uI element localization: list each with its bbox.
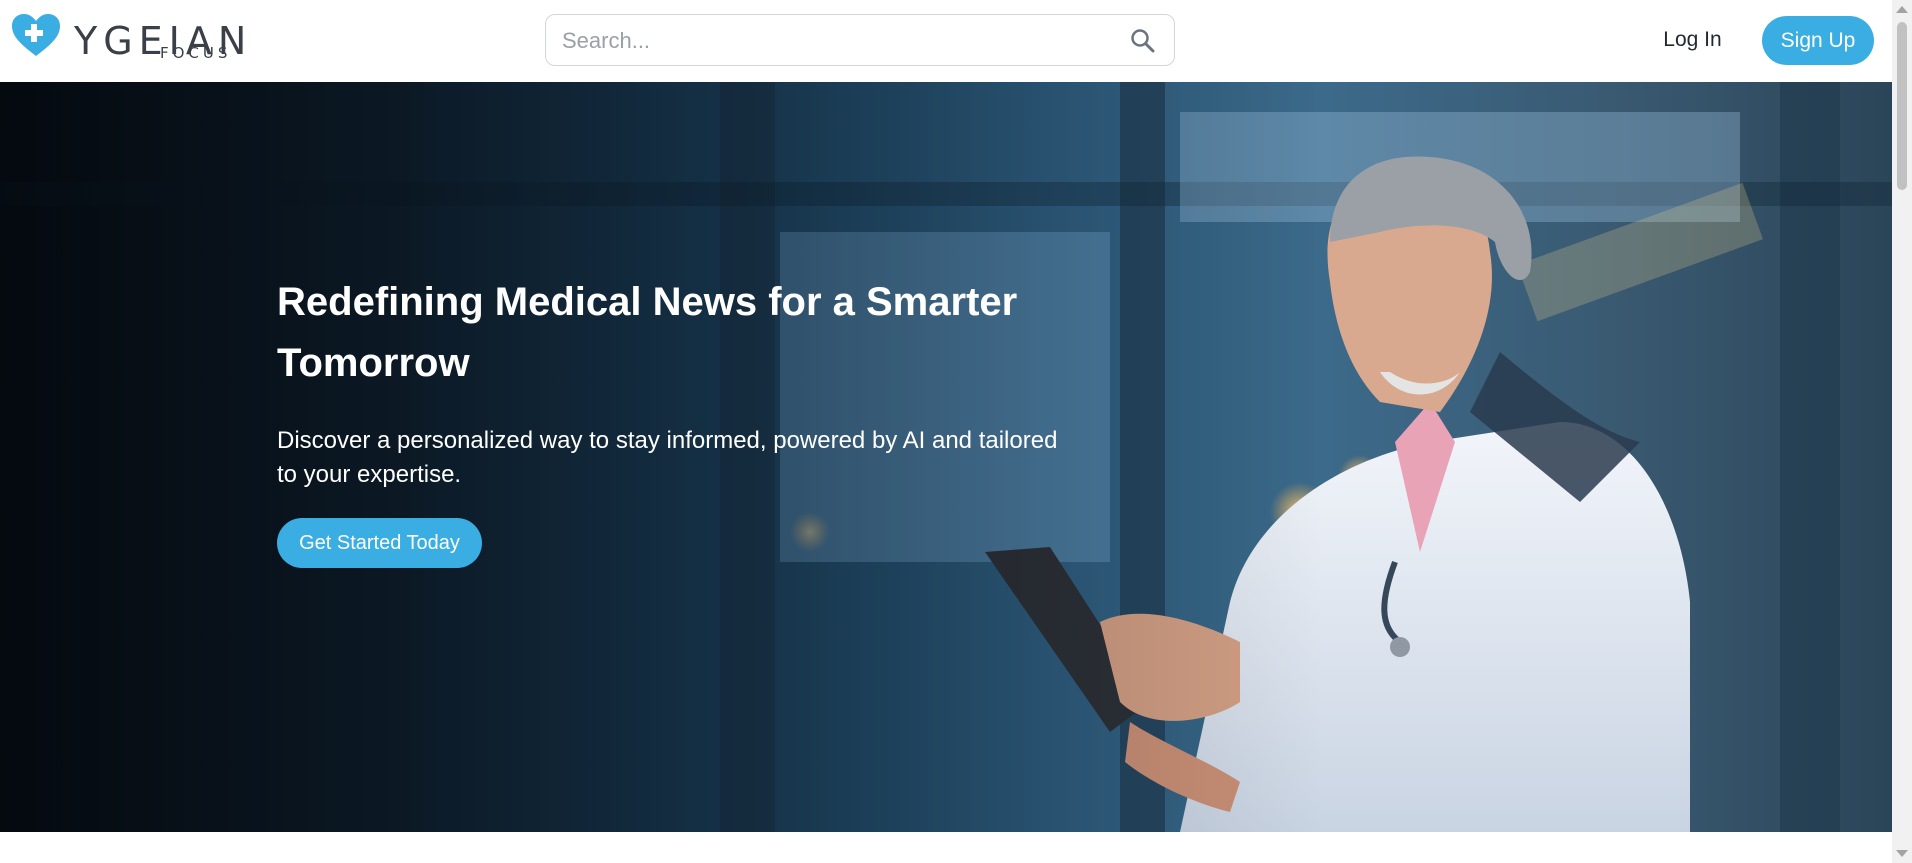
hero-section: Redefining Medical News for a Smarter To… bbox=[0, 82, 1892, 832]
scroll-up-arrow-icon[interactable] bbox=[1896, 6, 1908, 13]
page-scrollbar[interactable] bbox=[1892, 0, 1912, 863]
scroll-down-arrow-icon[interactable] bbox=[1896, 850, 1908, 857]
hero-title: Redefining Medical News for a Smarter To… bbox=[277, 280, 1018, 385]
search-icon[interactable] bbox=[1130, 28, 1156, 54]
brand-tagline: FOCUS bbox=[160, 44, 232, 62]
site-header: YGEIAN FOCUS Log In Sign Up bbox=[0, 0, 1892, 82]
scrollbar-thumb[interactable] bbox=[1897, 22, 1907, 190]
login-button[interactable]: Log In bbox=[1640, 14, 1745, 66]
hero-content: Redefining Medical News for a Smarter To… bbox=[277, 272, 1097, 492]
get-started-button[interactable]: Get Started Today bbox=[277, 518, 482, 568]
hero-subtitle: Discover a personalized way to stay info… bbox=[277, 427, 1058, 488]
search-bar bbox=[545, 14, 1175, 67]
heart-cross-icon bbox=[12, 14, 60, 56]
logo[interactable]: YGEIAN FOCUS bbox=[10, 12, 255, 64]
signup-button[interactable]: Sign Up bbox=[1762, 16, 1874, 65]
search-input[interactable] bbox=[560, 15, 1124, 67]
